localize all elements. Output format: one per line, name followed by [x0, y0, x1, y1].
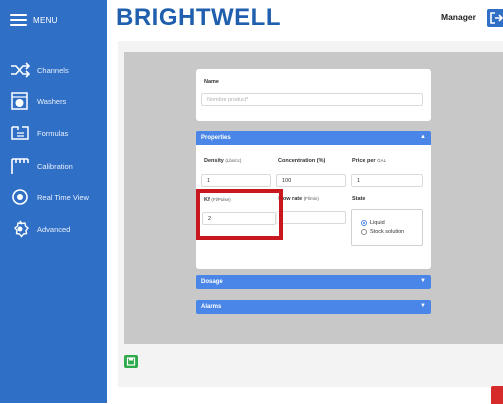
delete-button[interactable] [491, 386, 503, 404]
kf-input[interactable]: 2 [202, 212, 276, 225]
alarms-title: Alarms [201, 304, 222, 310]
expand-arrow-icon: ▼ [420, 278, 426, 284]
sidebar-item-label: Calibration [37, 161, 73, 171]
concentration-label: Concentration (%) [278, 158, 326, 164]
sidebar-item-formulas[interactable]: Formulas [9, 123, 68, 143]
menu-label: MENU [33, 15, 58, 25]
sidebar-item-channels[interactable]: Channels [9, 60, 69, 80]
kf-label: Kf (Fl/Pulse) [204, 197, 231, 203]
alarms-header[interactable]: Alarms ▼ [196, 300, 431, 314]
price-input[interactable]: 1 [351, 174, 423, 187]
sidebar-item-label: Channels [37, 65, 69, 75]
density-input[interactable]: 1 [201, 174, 271, 187]
concentration-input[interactable]: 100 [276, 174, 346, 187]
properties-title: Properties [201, 135, 231, 141]
radio-icon [361, 229, 367, 235]
option-label: Liquid [370, 220, 385, 226]
state-option-liquid[interactable]: Liquid [361, 220, 385, 226]
save-button[interactable] [124, 355, 138, 368]
formula-icon [11, 126, 29, 140]
sidebar-item-advanced[interactable]: Advanced [9, 219, 70, 239]
user-name: Manager [441, 12, 476, 22]
state-label: State [352, 196, 366, 202]
sidebar-item-real-time-view[interactable]: Real Time View [9, 187, 89, 207]
flow-rate-input[interactable] [276, 211, 346, 224]
brand-logo: BRIGHTWELL [116, 4, 281, 31]
floppy-disk-icon [126, 357, 136, 366]
state-radio-group: Liquid Stock solution [351, 209, 423, 246]
name-input[interactable]: Nombre product* [201, 93, 423, 106]
sidebar-item-label: Advanced [37, 224, 71, 234]
sidebar-item-label: Washers [37, 96, 67, 106]
flow-rate-label: Flow rate (Fl/min) [278, 196, 319, 202]
price-label: Price per GAL [352, 158, 387, 164]
sidebar-item-label: Formulas [37, 128, 69, 138]
state-option-stock-solution[interactable]: Stock solution [361, 229, 404, 235]
hamburger-icon [10, 14, 27, 26]
dosage-title: Dosage [201, 279, 223, 285]
density-label: Density (Lbs/cc) [204, 158, 242, 164]
washer-icon [11, 92, 28, 110]
sidebar-item-washers[interactable]: Washers [9, 91, 66, 111]
sidebar-item-calibration[interactable]: Calibration [9, 156, 73, 176]
sidebar: MENU Channels Washers Formulas Calibrati… [0, 0, 107, 403]
name-label: Name [204, 79, 219, 85]
expand-arrow-icon: ▼ [420, 303, 426, 309]
option-label: Stock solution [370, 229, 405, 235]
calibration-icon [11, 158, 29, 174]
shuffle-icon [11, 62, 31, 78]
eye-icon [12, 189, 28, 205]
sidebar-item-label: Real Time View [37, 192, 89, 202]
collapse-arrow-icon: ▲ [420, 134, 426, 140]
menu-toggle[interactable]: MENU [10, 9, 58, 31]
logout-icon [490, 12, 503, 24]
radio-selected-icon [361, 220, 367, 226]
logout-button[interactable] [487, 9, 503, 27]
dosage-header[interactable]: Dosage ▼ [196, 275, 431, 289]
gear-icon [14, 220, 29, 238]
properties-header[interactable]: Properties ▲ [196, 131, 431, 145]
